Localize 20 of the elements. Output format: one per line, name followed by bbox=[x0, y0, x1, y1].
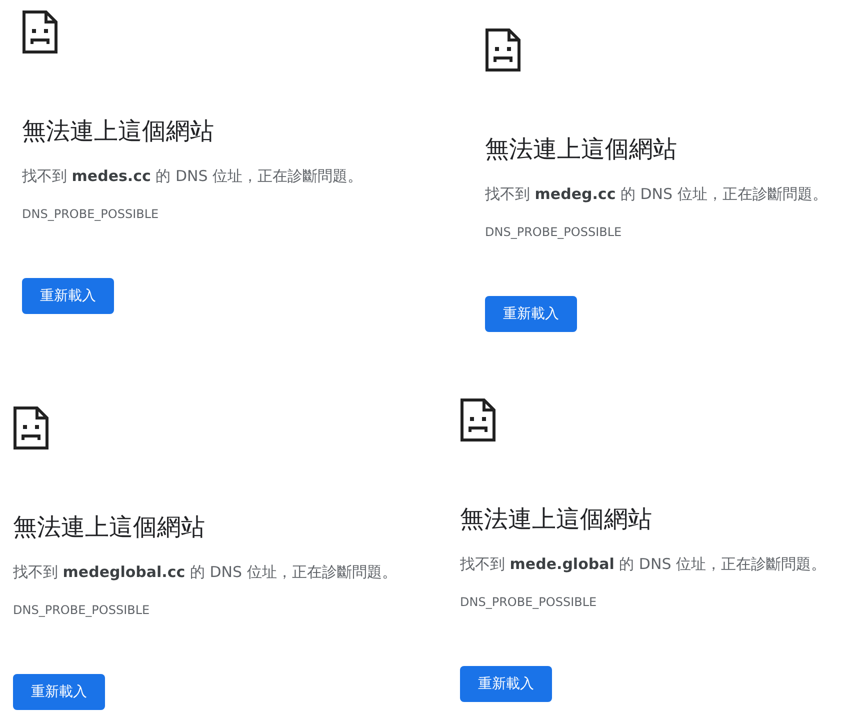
sad-page-icon bbox=[13, 406, 49, 450]
error-message: 找不到 mede.global 的 DNS 位址，正在診斷問題。 bbox=[460, 554, 826, 574]
error-code: DNS_PROBE_POSSIBLE bbox=[460, 594, 597, 610]
sad-page-icon bbox=[460, 398, 496, 442]
reload-button[interactable]: 重新載入 bbox=[485, 296, 577, 332]
error-code: DNS_PROBE_POSSIBLE bbox=[485, 224, 622, 240]
sad-page-icon bbox=[22, 10, 58, 54]
error-message: 找不到 medeglobal.cc 的 DNS 位址，正在診斷問題。 bbox=[13, 562, 397, 582]
error-code: DNS_PROBE_POSSIBLE bbox=[22, 206, 159, 222]
error-title: 無法連上這個網站 bbox=[460, 504, 652, 534]
reload-button[interactable]: 重新載入 bbox=[22, 278, 114, 314]
error-title: 無法連上這個網站 bbox=[485, 134, 677, 164]
error-message: 找不到 medeg.cc 的 DNS 位址，正在診斷問題。 bbox=[485, 184, 828, 204]
reload-button[interactable]: 重新載入 bbox=[13, 674, 105, 710]
reload-button[interactable]: 重新載入 bbox=[460, 666, 552, 702]
error-title: 無法連上這個網站 bbox=[13, 512, 205, 542]
error-message: 找不到 medes.cc 的 DNS 位址，正在診斷問題。 bbox=[22, 166, 363, 186]
sad-page-icon bbox=[485, 28, 521, 72]
error-code: DNS_PROBE_POSSIBLE bbox=[13, 602, 150, 618]
error-title: 無法連上這個網站 bbox=[22, 116, 214, 146]
